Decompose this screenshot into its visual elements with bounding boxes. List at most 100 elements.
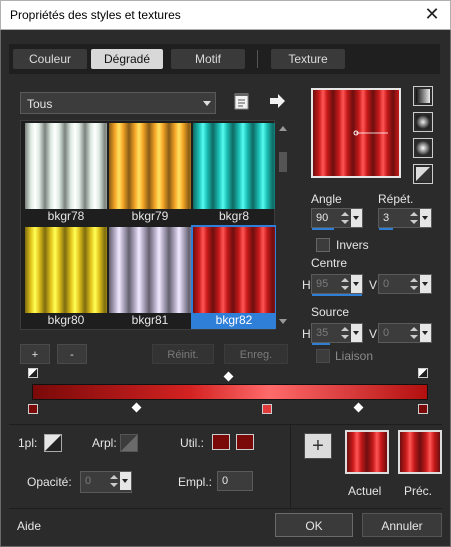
color-chip-background[interactable] <box>236 434 254 450</box>
spin-arrows-icon[interactable] <box>340 211 350 225</box>
color-stop-left[interactable] <box>28 404 38 414</box>
location-value: 0 <box>222 475 229 487</box>
corner-disabled-icon[interactable] <box>120 434 138 452</box>
thumb-swatch <box>193 227 275 313</box>
center-h-slider[interactable] <box>312 294 362 296</box>
gallery-scrollbar[interactable] <box>276 120 290 330</box>
tab-motif[interactable]: Motif <box>171 49 245 69</box>
dropdown-icon[interactable] <box>420 324 431 342</box>
thumb-swatch <box>25 123 107 209</box>
repeat-label: Répét. <box>378 192 414 206</box>
center-h-label: H <box>302 278 311 292</box>
source-h-spinner[interactable]: 35 <box>311 323 363 345</box>
dropdown-icon[interactable] <box>420 275 431 293</box>
angle-value: 90 <box>316 212 329 224</box>
repeat-slider[interactable] <box>379 228 393 230</box>
save-button[interactable]: Enreg. <box>224 344 288 364</box>
thumb-swatch <box>109 227 191 313</box>
chevron-down-icon <box>203 101 211 106</box>
gradient-thumb[interactable]: bkgr80 <box>25 227 107 327</box>
tab-couleur[interactable]: Couleur <box>13 49 87 69</box>
sunburst-style-icon[interactable] <box>413 164 433 184</box>
opacity-spinner[interactable]: 0 <box>80 471 132 493</box>
util-label: Util.: <box>180 436 204 450</box>
opl-label: 1pl: <box>18 436 38 450</box>
thumb-label: bkgr82 <box>193 313 275 327</box>
linear-style-icon[interactable] <box>413 86 433 106</box>
location-input[interactable]: 0 <box>217 471 253 491</box>
source-v-value: 0 <box>383 327 390 339</box>
ok-button[interactable]: OK <box>275 513 353 537</box>
spin-arrows-icon[interactable] <box>340 277 350 291</box>
notepad-icon[interactable] <box>234 92 250 110</box>
gradient-thumb-selected[interactable]: bkgr82 <box>191 225 277 329</box>
divider <box>290 424 291 508</box>
gradient-thumb[interactable]: bkgr78 <box>25 123 107 223</box>
source-h-label: H <box>302 327 311 341</box>
source-v-spinner[interactable]: 0 <box>378 323 432 343</box>
dropdown-icon[interactable] <box>351 324 362 342</box>
angle-label: Angle <box>311 192 342 206</box>
thumb-swatch <box>193 123 275 209</box>
radial-style-icon[interactable] <box>413 138 433 158</box>
arrow-right-icon[interactable] <box>268 93 286 109</box>
scroll-down-icon[interactable] <box>279 319 287 324</box>
thumb-label: bkgr79 <box>131 209 169 223</box>
close-icon[interactable]: ✕ <box>422 4 442 24</box>
link-label: Liaison <box>335 349 374 363</box>
angle-slider[interactable] <box>312 228 334 230</box>
thumb-swatch <box>25 227 107 313</box>
center-label: Centre <box>311 256 348 270</box>
thumb-label: bkgr78 <box>47 209 85 223</box>
dropdown-icon[interactable] <box>420 209 431 227</box>
repeat-spinner[interactable]: 3 <box>378 208 432 230</box>
center-h-spinner[interactable]: 95 <box>311 274 363 296</box>
scroll-up-icon[interactable] <box>279 126 287 131</box>
center-v-value: 0 <box>383 278 390 290</box>
center-v-label: V <box>369 278 378 292</box>
corner-icon[interactable] <box>44 434 62 452</box>
invert-label: Invers <box>336 238 369 252</box>
tab-texture[interactable]: Texture <box>271 49 345 69</box>
source-label: Source <box>311 305 350 319</box>
gradient-bar[interactable] <box>32 384 428 400</box>
dropdown-icon[interactable] <box>351 209 362 227</box>
link-checkbox[interactable] <box>316 349 330 363</box>
opacity-stop-right[interactable] <box>418 368 428 378</box>
spin-arrows-icon[interactable] <box>109 474 119 488</box>
angle-spinner[interactable]: 90 <box>311 208 363 230</box>
spin-arrows-icon[interactable] <box>409 326 419 340</box>
title-bar: Propriétés des styles et textures ✕ <box>0 0 451 30</box>
center-v-spinner[interactable]: 0 <box>378 274 432 294</box>
opacity-stop-left[interactable] <box>28 368 38 378</box>
invert-checkbox[interactable] <box>316 238 330 252</box>
cancel-button[interactable]: Annuler <box>362 513 442 537</box>
gradient-thumb[interactable]: bkgr8 <box>193 123 275 223</box>
spin-arrows-icon[interactable] <box>340 326 350 340</box>
color-stop-right[interactable] <box>418 404 428 414</box>
tab-separator <box>257 50 258 68</box>
add-swatch-button[interactable]: + <box>304 433 332 459</box>
previous-label: Préc. <box>404 484 433 498</box>
category-dropdown[interactable]: Tous <box>20 92 216 114</box>
spin-arrows-icon[interactable] <box>409 277 419 291</box>
color-chip-foreground[interactable] <box>212 434 230 450</box>
tab-degrade[interactable]: Dégradé <box>91 49 163 69</box>
spin-arrows-icon[interactable] <box>409 211 419 225</box>
previous-swatch[interactable] <box>398 430 442 474</box>
scroll-thumb[interactable] <box>279 152 287 172</box>
reset-button[interactable]: Réinit. <box>152 344 214 364</box>
color-stop-middle[interactable] <box>262 404 272 414</box>
gradient-thumb[interactable]: bkgr81 <box>109 227 191 327</box>
remove-gradient-button[interactable]: - <box>57 344 87 364</box>
current-swatch[interactable] <box>345 430 389 474</box>
current-label: Actuel <box>348 484 382 498</box>
rect-style-icon[interactable] <box>413 112 433 132</box>
dropdown-icon[interactable] <box>120 472 131 490</box>
arpl-label: Arpl: <box>92 436 117 450</box>
help-link[interactable]: Aide <box>17 519 41 533</box>
add-gradient-button[interactable]: + <box>20 344 50 364</box>
gradient-thumb[interactable]: bkgr79 <box>109 123 191 223</box>
source-h-slider[interactable] <box>312 343 330 345</box>
dropdown-icon[interactable] <box>351 275 362 293</box>
